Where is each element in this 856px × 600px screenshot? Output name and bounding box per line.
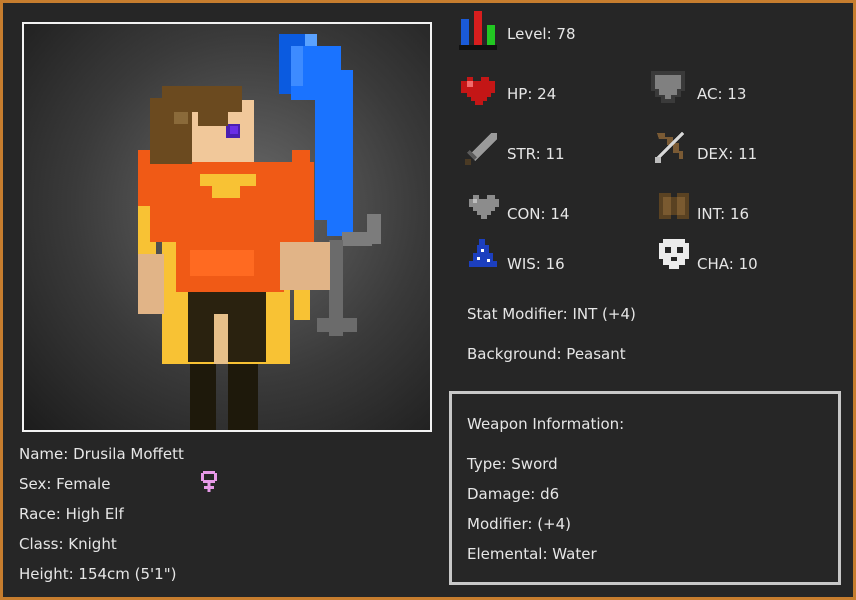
book-icon: [657, 189, 691, 223]
stat-ac: AC: 13: [697, 85, 747, 103]
character-background: Background: Peasant: [467, 345, 626, 363]
stat-str: STR: 11: [507, 145, 565, 163]
shield-icon: [647, 67, 689, 111]
stat-level: Level: 78: [507, 25, 576, 43]
level-bars-icon: [457, 11, 499, 51]
weapon-elemental: Elemental: Water: [467, 545, 597, 563]
bow-icon: [653, 129, 689, 167]
character-height: Height: 154cm (5'1"): [19, 565, 177, 583]
weapon-damage: Damage: d6: [467, 485, 560, 503]
weapon-heading: Weapon Information:: [467, 415, 625, 433]
skull-icon: [657, 237, 691, 273]
character-portrait: [22, 22, 432, 432]
gray-heart-icon: [467, 191, 501, 223]
stat-dex: DEX: 11: [697, 145, 758, 163]
stat-wis: WIS: 16: [507, 255, 565, 273]
character-sprite: [138, 34, 381, 430]
character-race: Race: High Elf: [19, 505, 124, 523]
stat-modifier: Stat Modifier: INT (+4): [467, 305, 636, 323]
female-symbol-icon: [199, 469, 219, 493]
weapon-type: Type: Sword: [467, 455, 558, 473]
character-sex: Sex: Female: [19, 475, 111, 493]
weapon-modifier: Modifier: (+4): [467, 515, 572, 533]
sword-icon: [463, 131, 499, 167]
character-class: Class: Knight: [19, 535, 117, 553]
character-name: Name: Drusila Moffett: [19, 445, 184, 463]
stat-hp: HP: 24: [507, 85, 557, 103]
wizard-hat-icon: [465, 237, 501, 271]
stat-cha: CHA: 10: [697, 255, 758, 273]
heart-icon: [457, 71, 499, 111]
stat-con: CON: 14: [507, 205, 570, 223]
stat-int: INT: 16: [697, 205, 750, 223]
character-sheet-panel: Name: Drusila Moffett Sex: Female Race: …: [3, 3, 853, 597]
